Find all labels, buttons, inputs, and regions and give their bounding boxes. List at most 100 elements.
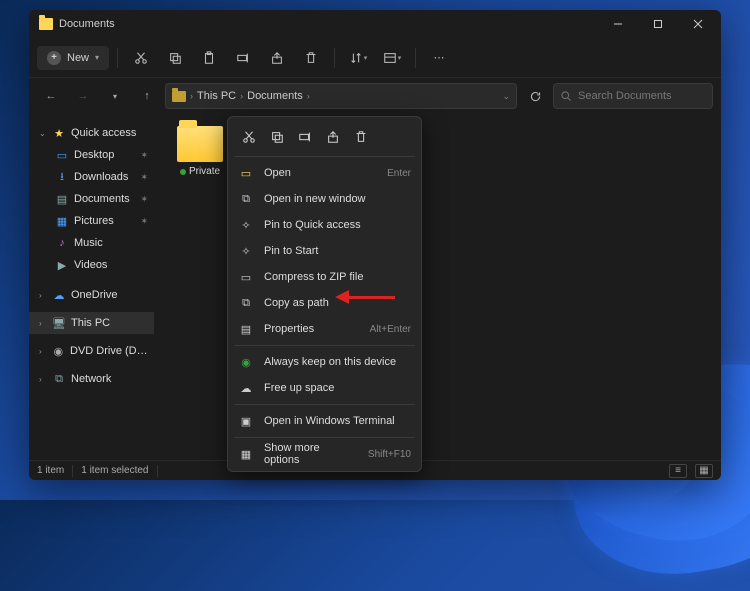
chevron-right-icon: › [307,91,310,101]
copy-button[interactable] [160,43,190,73]
ctx-pin-start[interactable]: ✧Pin to Start [228,238,421,264]
sidebar-dvd-drive[interactable]: ›◉DVD Drive (D:) ESD-… [29,340,154,362]
videos-icon: ▶ [55,258,69,272]
folder-item[interactable]: Private [170,126,230,177]
zip-icon: ▭ [238,271,254,284]
minimize-button[interactable] [598,10,638,38]
recent-button[interactable]: ▾ [101,82,129,110]
annotation-arrow [335,290,395,304]
share-button[interactable] [262,43,292,73]
pc-icon: 🖥 [52,316,66,330]
ellipsis-icon: ⋯ [434,51,445,64]
breadcrumb-segment[interactable]: Documents [247,90,303,102]
folder-name: Private [189,166,220,177]
maximize-button[interactable] [638,10,678,38]
desktop-icon: ▭ [55,148,69,162]
chevron-right-icon: › [39,319,47,328]
forward-button[interactable]: → [69,82,97,110]
documents-icon: ▤ [55,192,69,206]
selection-count: 1 item selected [81,465,148,476]
cloud-icon: ☁ [52,288,66,302]
plus-icon: + [47,51,61,65]
status-available-icon [180,169,186,175]
new-button[interactable]: + New ▾ [37,46,109,70]
pin-quick-icon: ✧ [238,219,254,232]
new-label: New [67,52,89,64]
paste-button[interactable] [194,43,224,73]
free-space-icon: ☁ [238,382,254,395]
thumbnails-view-button[interactable]: ▦ [695,464,713,478]
sidebar-item-documents[interactable]: ▤Documents✶ [29,188,154,210]
new-window-icon: ⧉ [238,193,254,206]
ctx-open-terminal[interactable]: ▣Open in Windows Terminal [228,408,421,434]
star-icon: ★ [52,126,66,140]
rename-button[interactable] [228,43,258,73]
music-icon: ♪ [55,236,69,250]
navigation-row: ← → ▾ ↑ › This PC › Documents › ⌄ Search… [29,78,721,114]
sidebar-item-pictures[interactable]: ▦Pictures✶ [29,210,154,232]
view-button[interactable]: ▾ [377,43,407,73]
chevron-down-icon: ▾ [95,53,99,62]
sidebar-item-desktop[interactable]: ▭Desktop✶ [29,144,154,166]
ctx-properties[interactable]: ▤PropertiesAlt+Enter [228,316,421,342]
copy-path-icon: ⧉ [238,297,254,310]
chevron-right-icon: › [240,91,243,101]
sidebar-onedrive[interactable]: ›☁OneDrive [29,284,154,306]
pin-icon: ✶ [140,216,148,227]
ctx-free-space[interactable]: ☁Free up space [228,375,421,401]
chevron-down-icon: ⌄ [39,129,47,138]
breadcrumb-segment[interactable]: This PC [197,90,236,102]
ctx-cut-button[interactable] [236,125,262,149]
pictures-icon: ▦ [55,214,69,228]
disc-icon: ◉ [52,344,65,358]
address-bar[interactable]: › This PC › Documents › ⌄ [165,83,517,109]
folder-icon [172,91,186,102]
navigation-pane: ⌄ ★ Quick access ▭Desktop✶ ⭳Downloads✶ ▤… [29,114,154,460]
details-view-button[interactable]: ≡ [669,464,687,478]
sidebar-item-videos[interactable]: ▶Videos [29,254,154,276]
ctx-share-button[interactable] [320,125,346,149]
ctx-rename-button[interactable] [292,125,318,149]
close-button[interactable] [678,10,718,38]
pin-icon: ✶ [140,172,148,183]
context-quick-actions [228,121,421,153]
chevron-right-icon: › [39,347,47,356]
item-count: 1 item [37,465,64,476]
properties-icon: ▤ [238,323,254,336]
sidebar-network[interactable]: ›⧉Network [29,368,154,390]
chevron-right-icon: › [39,375,47,384]
command-bar: + New ▾ ▾ ▾ ⋯ [29,38,721,78]
ctx-open-new-window[interactable]: ⧉Open in new window [228,186,421,212]
search-icon [560,90,572,102]
folder-icon [177,126,223,162]
more-options-icon: ▦ [238,448,254,461]
ctx-delete-button[interactable] [348,125,374,149]
delete-button[interactable] [296,43,326,73]
ctx-compress-zip[interactable]: ▭Compress to ZIP file [228,264,421,290]
chevron-down-icon[interactable]: ⌄ [502,91,510,102]
download-icon: ⭳ [55,170,69,184]
open-icon: ▭ [238,167,254,180]
terminal-icon: ▣ [238,415,254,428]
ctx-always-keep[interactable]: ◉Always keep on this device [228,349,421,375]
refresh-button[interactable] [521,82,549,110]
more-button[interactable]: ⋯ [424,43,454,73]
sort-button[interactable]: ▾ [343,43,373,73]
sidebar-item-downloads[interactable]: ⭳Downloads✶ [29,166,154,188]
sidebar-this-pc[interactable]: ›🖥This PC [29,312,154,334]
ctx-pin-quick[interactable]: ✧Pin to Quick access [228,212,421,238]
ctx-show-more[interactable]: ▦Show more optionsShift+F10 [228,441,421,467]
sidebar-item-music[interactable]: ♪Music [29,232,154,254]
cut-button[interactable] [126,43,156,73]
chevron-right-icon: › [190,91,193,101]
search-placeholder: Search Documents [578,90,672,102]
ctx-copy-button[interactable] [264,125,290,149]
back-button[interactable]: ← [37,82,65,110]
titlebar[interactable]: Documents [29,10,721,38]
keep-device-icon: ◉ [238,356,254,369]
up-button[interactable]: ↑ [133,82,161,110]
sidebar-quick-access[interactable]: ⌄ ★ Quick access [29,122,154,144]
folder-app-icon [39,18,53,30]
ctx-open[interactable]: ▭OpenEnter [228,160,421,186]
search-box[interactable]: Search Documents [553,83,713,109]
